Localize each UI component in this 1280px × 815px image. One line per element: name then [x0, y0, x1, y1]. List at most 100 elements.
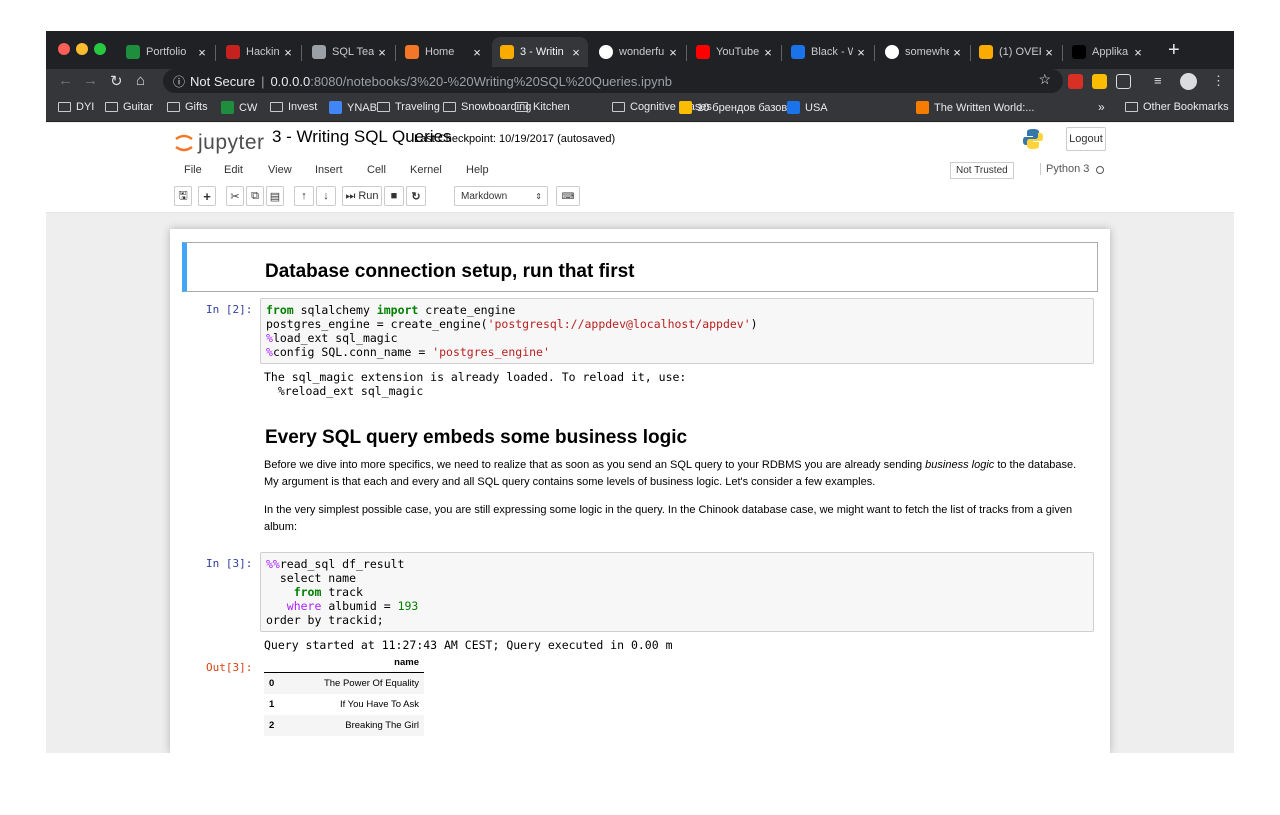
bookmark-item[interactable]: DYI	[58, 101, 94, 113]
tab-separator	[781, 45, 782, 61]
tab-separator	[1062, 45, 1063, 61]
bookmark-item[interactable]: Traveling	[377, 101, 440, 113]
other-bookmarks[interactable]: Other Bookmarks	[1125, 101, 1229, 113]
browser-tab[interactable]: YouTube ×	[688, 37, 780, 67]
c-icon	[1072, 45, 1086, 59]
jupyter-logo[interactable]: jupyter	[174, 131, 265, 155]
code-cell-input[interactable]: from sqlalchemy import create_engine pos…	[260, 298, 1094, 364]
bookmark-item[interactable]: Gifts	[167, 101, 208, 113]
table-row: 2 Breaking The Girl	[264, 715, 424, 736]
save-icon[interactable]: 🖫	[174, 186, 192, 206]
restart-icon[interactable]: ↻	[406, 186, 426, 206]
bookmark-item[interactable]: Invest	[270, 101, 317, 113]
move-down-icon[interactable]: ↓	[316, 186, 336, 206]
close-tab-icon[interactable]: ×	[1041, 45, 1057, 60]
bookmark-item[interactable]: USA	[787, 101, 828, 114]
close-tab-icon[interactable]: ×	[280, 45, 296, 60]
input-prompt: In [2]:	[206, 303, 253, 316]
bookmark-icon	[329, 101, 342, 114]
dataframe-table: name 0 The Power Of Equality 1 If You Ha…	[264, 653, 424, 736]
browser-tab[interactable]: somewhe ×	[877, 37, 969, 67]
info-icon: ⓘ	[173, 74, 186, 89]
browser-tab[interactable]: Black - W ×	[783, 37, 873, 67]
new-tab-button[interactable]: +	[1168, 39, 1180, 62]
bookmark-item[interactable]: YNAB	[329, 101, 377, 114]
browser-tab[interactable]: (1) OVER×	[971, 37, 1061, 67]
menu-help[interactable]: Help	[466, 164, 489, 176]
bookmark-item[interactable]: Kitchen	[515, 101, 570, 113]
browser-tab[interactable]: 3 - Writin ×	[492, 37, 588, 67]
euro-icon	[126, 45, 140, 59]
bookmark-item[interactable]: 10 брендов базов...	[679, 101, 796, 114]
close-tab-icon[interactable]: ×	[1130, 45, 1146, 60]
close-tab-icon[interactable]: ×	[194, 45, 210, 60]
browser-tab[interactable]: Applika ×	[1064, 37, 1150, 67]
profile-avatar[interactable]	[1180, 73, 1197, 90]
insert-cell-button[interactable]: +	[198, 186, 216, 206]
star-icon[interactable]: ☆	[1038, 71, 1051, 88]
url-host: 0.0.0.0	[270, 73, 311, 89]
menu-file[interactable]: File	[184, 164, 202, 176]
menu-view[interactable]: View	[268, 164, 292, 176]
menu-cell[interactable]: Cell	[367, 164, 386, 176]
menu-insert[interactable]: Insert	[315, 164, 343, 176]
close-tab-icon[interactable]: ×	[949, 45, 965, 60]
table-row: 0 The Power Of Equality	[264, 672, 424, 694]
run-button[interactable]: ⏭ Run	[342, 186, 382, 206]
cell-name: The Power Of Equality	[300, 672, 424, 694]
close-window-button[interactable]	[58, 43, 70, 55]
notion-icon[interactable]	[1116, 74, 1131, 89]
address-bar[interactable]: ⓘ Not Secure | 0.0.0.0:8080/notebooks/3%…	[163, 69, 1063, 93]
bookmark-item[interactable]: The Written World:...	[916, 101, 1034, 114]
close-tab-icon[interactable]: ×	[568, 45, 584, 60]
home-icon[interactable]: ⌂	[136, 72, 145, 89]
heading-business-logic: Every SQL query embeds some business log…	[265, 427, 688, 448]
copy-icon[interactable]: ⧉	[246, 186, 264, 206]
extension-icon[interactable]	[1092, 74, 1107, 89]
menu-kernel[interactable]: Kernel	[410, 164, 442, 176]
lastpass-icon[interactable]	[1068, 74, 1083, 89]
forward-icon[interactable]: →	[83, 72, 98, 89]
checkpoint-status: Last Checkpoint: 10/19/2017 (autosaved)	[414, 133, 616, 145]
menu-edit[interactable]: Edit	[224, 164, 243, 176]
close-tab-icon[interactable]: ×	[469, 45, 485, 60]
minimize-window-button[interactable]	[76, 43, 88, 55]
output-reload-hint: The sql_magic extension is already loade…	[264, 370, 687, 398]
folder-icon	[270, 102, 283, 112]
bookmark-icon	[916, 101, 929, 114]
tab-title: YouTube	[716, 46, 760, 58]
tab-title: Black - W	[811, 46, 853, 58]
back-icon[interactable]: ←	[58, 72, 73, 89]
close-tab-icon[interactable]: ×	[853, 45, 869, 60]
browser-tab[interactable]: Portfolio ×	[118, 37, 214, 67]
move-up-icon[interactable]: ↑	[294, 186, 314, 206]
tab-title: Home	[425, 46, 455, 58]
reload-icon[interactable]: ↻	[110, 72, 123, 90]
stop-icon[interactable]: ■	[384, 186, 404, 206]
not-trusted-badge[interactable]: Not Trusted	[950, 162, 1014, 179]
tab-title: Applika	[1092, 46, 1129, 58]
browser-tab[interactable]: SQL Teac×	[304, 37, 394, 67]
close-tab-icon[interactable]: ×	[665, 45, 681, 60]
close-tab-icon[interactable]: ×	[760, 45, 776, 60]
url-path: :8080/notebooks/3%20-%20Writing%20SQL%20…	[310, 73, 673, 89]
folder-icon	[377, 102, 390, 112]
bookmarks-overflow-button[interactable]: »	[1098, 100, 1105, 114]
menu-dots-icon[interactable]: ⋮	[1212, 73, 1225, 89]
bookmark-item[interactable]: Guitar	[105, 101, 153, 113]
logout-button[interactable]: Logout	[1066, 127, 1106, 151]
bookmark-item[interactable]: CW	[221, 101, 257, 114]
reading-list-icon[interactable]: ≡	[1154, 73, 1162, 88]
browser-tab[interactable]: Hacking×	[218, 37, 300, 67]
folder-icon	[1125, 102, 1138, 112]
browser-tab[interactable]: Home ×	[397, 37, 489, 67]
paste-icon[interactable]: ▤	[266, 186, 284, 206]
keyboard-icon[interactable]: ⌨	[556, 186, 580, 206]
cell-type-select[interactable]: Markdown ⇕	[454, 186, 548, 206]
close-tab-icon[interactable]: ×	[374, 45, 390, 60]
maximize-window-button[interactable]	[94, 43, 106, 55]
jupyter-wordmark: jupyter	[198, 131, 265, 154]
cut-icon[interactable]: ✂	[226, 186, 244, 206]
code-cell-input[interactable]: %%read_sql df_result select name from tr…	[260, 552, 1094, 632]
browser-tab[interactable]: wonderfu ×	[591, 37, 685, 67]
